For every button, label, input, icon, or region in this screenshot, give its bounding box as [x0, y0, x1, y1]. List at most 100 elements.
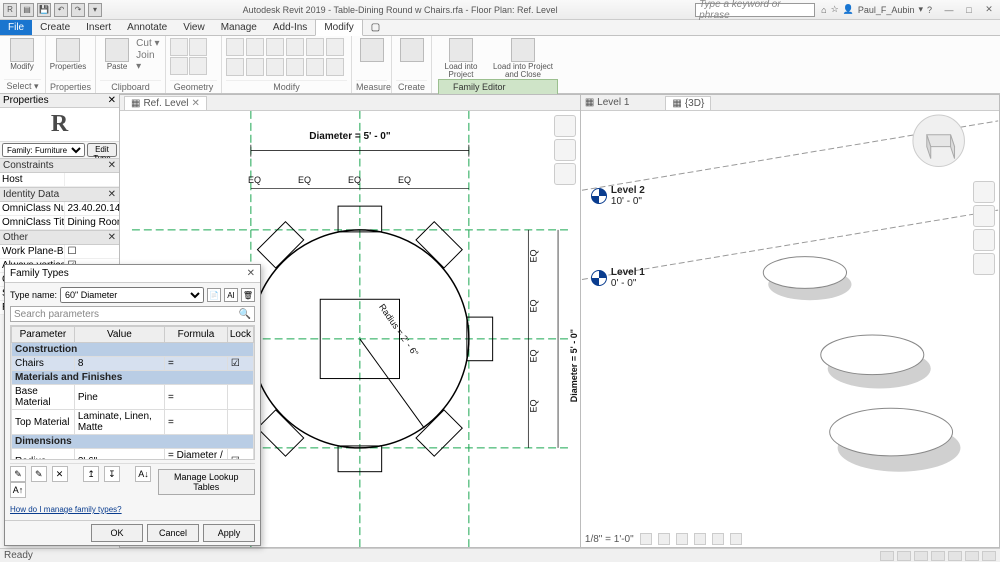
measure-button[interactable]	[356, 38, 387, 63]
sunpath-icon[interactable]	[676, 533, 688, 545]
properties-close-icon[interactable]: ✕	[108, 95, 116, 106]
orbit-icon[interactable]	[973, 253, 995, 275]
help-link[interactable]: How do I manage family types?	[10, 503, 255, 516]
sort-asc-icon[interactable]: A↓	[135, 466, 151, 482]
group-identity[interactable]: Identity Data✕	[0, 187, 119, 202]
prop-row[interactable]: OmniClass TitleDining Room Tab…	[0, 216, 119, 230]
moveup-icon[interactable]: ↥	[83, 466, 99, 482]
mod-btn[interactable]	[266, 38, 284, 56]
detail-level-icon[interactable]	[640, 533, 652, 545]
tab-manage[interactable]: Manage	[213, 20, 265, 35]
status-icon[interactable]	[948, 551, 962, 561]
redo-icon[interactable]: ↷	[71, 3, 85, 17]
dialog-titlebar[interactable]: Family Types ✕	[5, 265, 260, 283]
mod-btn[interactable]	[286, 38, 304, 56]
prop-row[interactable]: Work Plane-Based☐	[0, 245, 119, 259]
type-name-select[interactable]: 60" Diameter	[60, 287, 204, 303]
maximize-button[interactable]: □	[960, 3, 978, 17]
navwheel-icon[interactable]	[973, 181, 995, 203]
mod-btn[interactable]	[246, 58, 264, 76]
group-row-materials[interactable]: Materials and Finishes	[12, 371, 254, 385]
revit-icon[interactable]: R	[3, 3, 17, 17]
view-tab-level1[interactable]: ▦ Level 1	[585, 97, 629, 108]
ok-button[interactable]: OK	[91, 524, 143, 542]
apply-button[interactable]: Apply	[203, 524, 255, 542]
group-other[interactable]: Other✕	[0, 230, 119, 245]
col-formula[interactable]: Formula	[165, 327, 228, 343]
user-dropdown-icon[interactable]: ▾	[918, 4, 923, 15]
undo-icon[interactable]: ↶	[54, 3, 68, 17]
navwheel-icon[interactable]	[554, 115, 576, 137]
join-button[interactable]: Join ▾	[136, 50, 161, 72]
status-icon[interactable]	[965, 551, 979, 561]
tab-addins[interactable]: Add-Ins	[265, 20, 315, 35]
delete-param-icon[interactable]: ✕	[52, 466, 68, 482]
mod-btn[interactable]	[246, 38, 264, 56]
group-constraints[interactable]: Constraints✕	[0, 158, 119, 173]
hide-icon[interactable]	[730, 533, 742, 545]
manage-lookup-button[interactable]: Manage Lookup Tables	[158, 469, 255, 495]
save-icon[interactable]: 💾	[37, 3, 51, 17]
level-marker-1[interactable]: Level 10' - 0"	[591, 267, 645, 289]
edit-type-button[interactable]: Edit Type	[87, 143, 117, 157]
geom-btn-1[interactable]	[170, 38, 188, 56]
param-row[interactable]: Top MaterialLaminate, Linen, Matte=	[12, 410, 254, 435]
status-icon[interactable]	[880, 551, 894, 561]
load-into-project-close-button[interactable]: Load into Project and Close	[488, 38, 558, 79]
status-icon[interactable]	[897, 551, 911, 561]
new-param-icon[interactable]: ✎	[10, 466, 26, 482]
mod-btn[interactable]	[226, 38, 244, 56]
modify-param-icon[interactable]: ✎	[31, 466, 47, 482]
close-tab-icon[interactable]: ✕	[191, 98, 199, 109]
tab-extra-icon[interactable]: ▢	[363, 20, 388, 35]
level-marker-2[interactable]: Level 210' - 0"	[591, 185, 645, 207]
mod-btn[interactable]	[326, 38, 344, 56]
home-icon[interactable]	[554, 139, 576, 161]
mod-btn[interactable]	[226, 58, 244, 76]
minimize-button[interactable]: —	[940, 3, 958, 17]
col-parameter[interactable]: Parameter	[12, 327, 75, 343]
close-button[interactable]: ✕	[980, 3, 998, 17]
tab-annotate[interactable]: Annotate	[119, 20, 175, 35]
open-icon[interactable]: ▤	[20, 3, 34, 17]
scale-label[interactable]: 1/8" = 1'-0"	[585, 534, 634, 545]
new-type-icon[interactable]: 📄	[207, 288, 221, 302]
mod-btn[interactable]	[266, 58, 284, 76]
mod-btn[interactable]	[306, 38, 324, 56]
crop-icon[interactable]	[712, 533, 724, 545]
tab-view[interactable]: View	[175, 20, 213, 35]
mod-btn[interactable]	[306, 58, 324, 76]
tab-insert[interactable]: Insert	[78, 20, 119, 35]
geom-btn-2[interactable]	[189, 38, 207, 56]
group-row-construction[interactable]: Construction	[12, 343, 254, 357]
panel-label-select[interactable]: Select ▾	[4, 79, 41, 93]
zoom-icon[interactable]	[973, 229, 995, 251]
view-tab-reflevel[interactable]: ▦ Ref. Level✕	[124, 96, 207, 110]
create-button[interactable]	[396, 38, 427, 63]
param-row[interactable]: Radius2' 6"= Diameter / 2☑	[12, 449, 254, 460]
prop-row[interactable]: OmniClass Num…23.40.20.14.17.11	[0, 202, 119, 216]
cancel-button[interactable]: Cancel	[147, 524, 199, 542]
visual-style-icon[interactable]	[658, 533, 670, 545]
paste-button[interactable]: Paste	[100, 38, 134, 71]
help-icon[interactable]: ?	[927, 5, 932, 15]
nav-more-icon[interactable]	[554, 163, 576, 185]
shadows-icon[interactable]	[694, 533, 706, 545]
signin-icon[interactable]: 👤	[843, 4, 854, 15]
prop-row[interactable]: Host	[0, 173, 119, 187]
geom-btn-3[interactable]	[170, 57, 188, 75]
col-lock[interactable]: Lock	[227, 327, 253, 343]
properties-button[interactable]: Properties	[50, 38, 86, 71]
param-row[interactable]: Base MaterialPine=	[12, 385, 254, 410]
tab-file[interactable]: File	[0, 20, 32, 35]
load-into-project-button[interactable]: Load into Project	[436, 38, 486, 79]
status-icon[interactable]	[914, 551, 928, 561]
tab-modify[interactable]: Modify	[315, 19, 362, 36]
help-search-input[interactable]: Type a keyword or phrase	[695, 3, 815, 17]
mod-btn[interactable]	[326, 58, 344, 76]
qat-more-icon[interactable]: ▾	[88, 3, 102, 17]
modify-button[interactable]: Modify	[4, 38, 40, 71]
group-row-dimensions[interactable]: Dimensions	[12, 435, 254, 449]
tab-create[interactable]: Create	[32, 20, 78, 35]
status-icon[interactable]	[931, 551, 945, 561]
